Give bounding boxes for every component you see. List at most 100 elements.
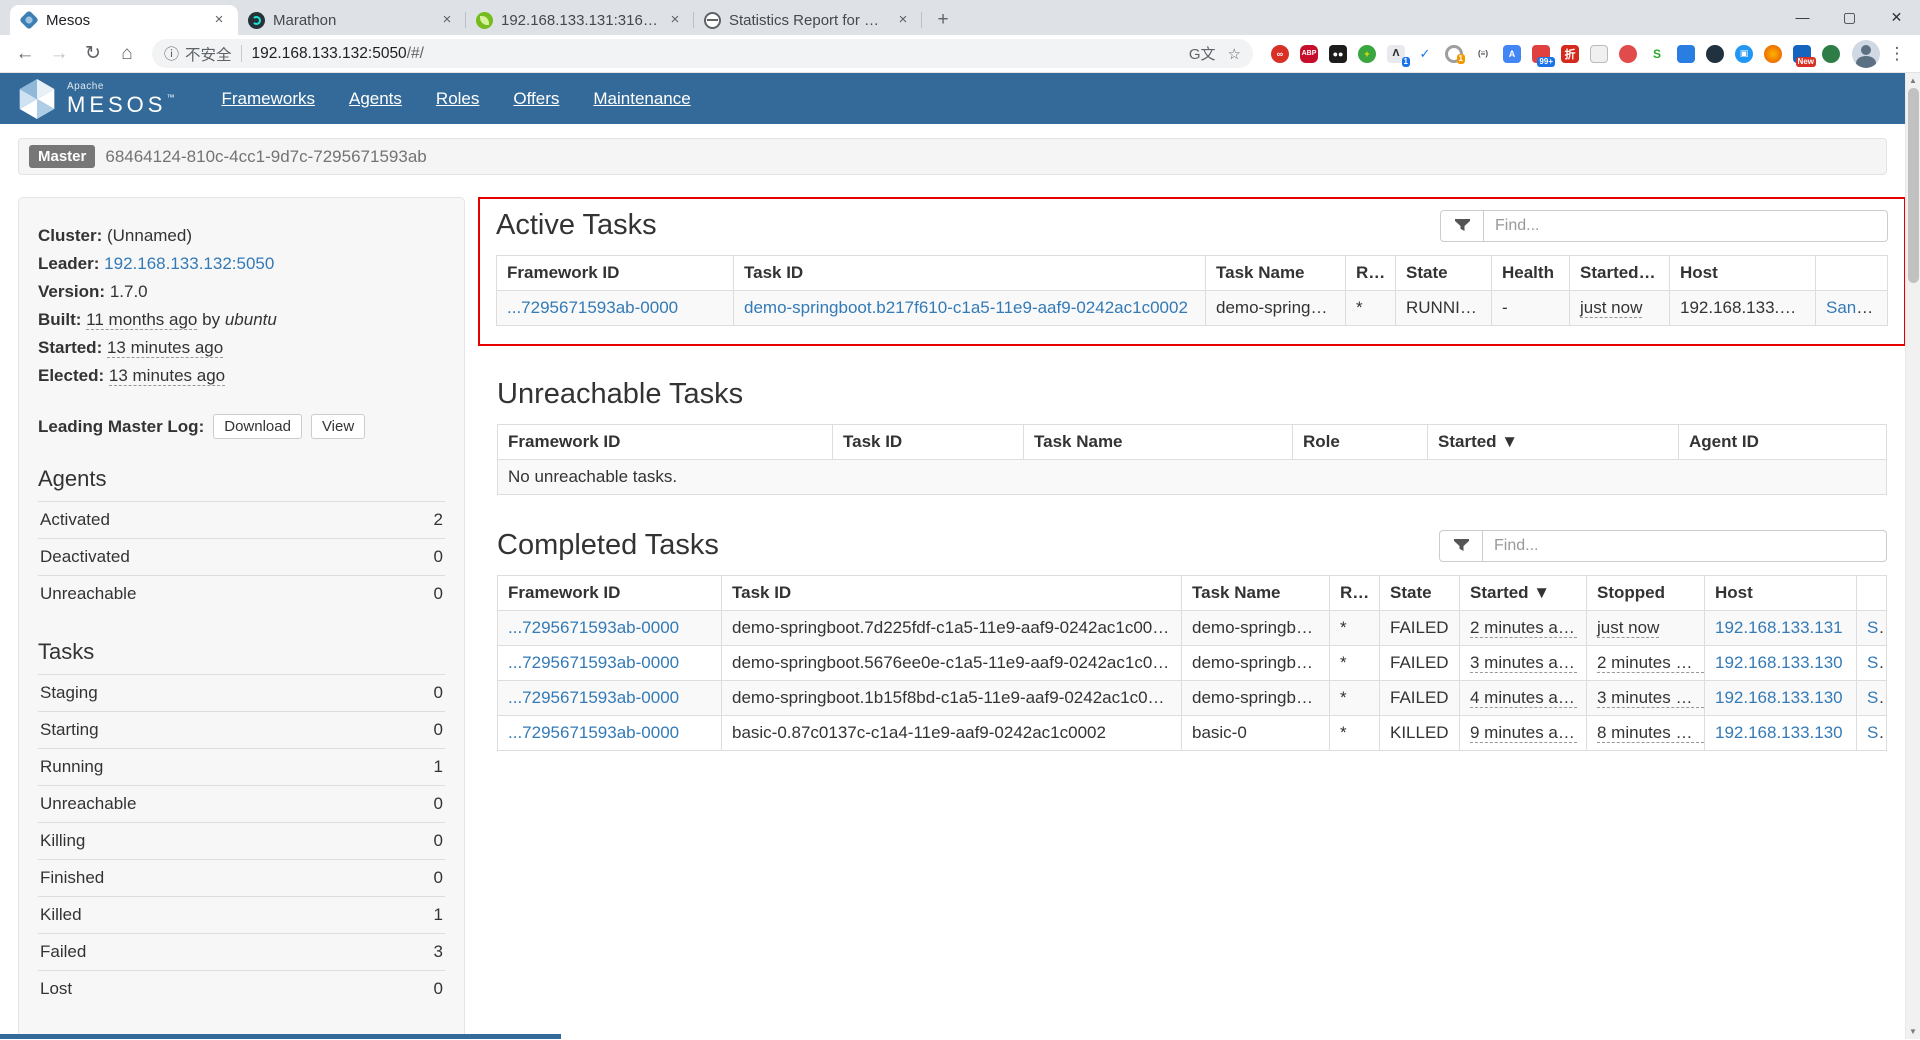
- host-link[interactable]: 192.168.133.131: [1715, 618, 1843, 637]
- extension-zhe-icon[interactable]: 折: [1561, 45, 1579, 63]
- divider: [241, 45, 242, 62]
- browser-menu-icon[interactable]: ⋮: [1884, 41, 1910, 67]
- framework-link[interactable]: ...7295671593ab-0000: [508, 688, 679, 707]
- table-row: ...7295671593ab-0000 basic-0.87c0137c-c1…: [498, 716, 1887, 751]
- state-value: KILLED: [1380, 716, 1460, 751]
- bookmark-star-icon[interactable]: ☆: [1228, 45, 1241, 63]
- sandbox-link[interactable]: Sandbox: [1867, 688, 1887, 707]
- close-window-button[interactable]: ✕: [1873, 0, 1920, 34]
- extension-red-icon[interactable]: [1619, 45, 1637, 63]
- address-bar[interactable]: ⓘ 不安全 192.168.133.132:5050 /#/ G文 ☆: [152, 39, 1253, 68]
- reload-icon[interactable]: ↻: [78, 39, 108, 69]
- host-link[interactable]: 192.168.133.130: [1715, 688, 1843, 707]
- mesos-page: Apache MESOS™ Frameworks Agents Roles Of…: [0, 73, 1905, 1039]
- extension-blue-icon[interactable]: [1677, 45, 1695, 63]
- extension-dark-icon[interactable]: ●●: [1329, 45, 1347, 63]
- translate-icon[interactable]: G文: [1189, 43, 1216, 64]
- filter-icon[interactable]: [1440, 210, 1484, 242]
- tab-marathon[interactable]: Marathon ×: [238, 5, 466, 35]
- close-icon[interactable]: ×: [210, 11, 228, 29]
- browser-tab-strip: Mesos × Marathon × 192.168.133.131:31657…: [0, 0, 1920, 35]
- nav-item-agents[interactable]: Agents: [332, 73, 419, 124]
- nav-item-roles[interactable]: Roles: [419, 73, 496, 124]
- scrollbar-thumb[interactable]: [1908, 88, 1919, 283]
- table-row: Finished0: [38, 860, 445, 897]
- close-icon[interactable]: ×: [894, 11, 912, 29]
- maximize-button[interactable]: ▢: [1826, 0, 1873, 34]
- close-icon[interactable]: ×: [666, 11, 684, 29]
- framework-link[interactable]: ...7295671593ab-0000: [508, 723, 679, 742]
- framework-link[interactable]: ...7295671593ab-0000: [507, 298, 678, 317]
- profile-avatar[interactable]: [1852, 40, 1880, 68]
- scrollbar[interactable]: ▲ ▼: [1905, 73, 1920, 1039]
- nav-item-maintenance[interactable]: Maintenance: [576, 73, 707, 124]
- built-label: Built:: [38, 310, 81, 329]
- table-header-row: Framework ID Task ID Task Name Role Stat…: [497, 256, 1888, 291]
- unreachable-tasks-section: Unreachable Tasks Framework ID Task ID T…: [497, 378, 1887, 495]
- extension-check-icon[interactable]: ✓: [1416, 45, 1434, 63]
- sandbox-link[interactable]: Sandbox: [1826, 298, 1888, 317]
- sandbox-link[interactable]: Sandbox: [1867, 653, 1887, 672]
- framework-link[interactable]: ...7295671593ab-0000: [508, 618, 679, 637]
- active-find-input[interactable]: [1484, 210, 1888, 242]
- mesos-navbar: Apache MESOS™ Frameworks Agents Roles Of…: [0, 73, 1905, 124]
- host-link[interactable]: 192.168.133.130: [1715, 653, 1843, 672]
- filter-icon[interactable]: [1439, 530, 1483, 562]
- cluster-value: (Unnamed): [107, 226, 192, 245]
- extension-infinity-icon[interactable]: ∞: [1271, 45, 1289, 63]
- new-tab-button[interactable]: +: [928, 5, 958, 35]
- agents-table: Activated2 Deactivated0 Unreachable0: [38, 501, 445, 612]
- host-link[interactable]: 192.168.133.130: [1715, 723, 1843, 742]
- empty-row: No unreachable tasks.: [498, 460, 1887, 495]
- scroll-up-icon[interactable]: ▲: [1906, 73, 1920, 88]
- leader-link[interactable]: 192.168.133.132:5050: [104, 254, 274, 273]
- extension-translate-icon[interactable]: A: [1503, 45, 1521, 63]
- extension-orange-icon[interactable]: [1764, 45, 1782, 63]
- extension-ring-icon[interactable]: 1: [1445, 45, 1463, 63]
- tab-title: Marathon: [273, 12, 430, 29]
- home-icon[interactable]: ⌂: [112, 39, 142, 69]
- extension-chat-icon[interactable]: ▣: [1735, 45, 1753, 63]
- url-path: /#/: [407, 45, 424, 63]
- table-row: Deactivated0: [38, 539, 445, 576]
- extension-shop-icon[interactable]: 99+: [1532, 45, 1550, 63]
- mesos-icon: [19, 10, 39, 30]
- mesos-brand[interactable]: Apache MESOS™: [16, 76, 178, 122]
- extension-green-icon[interactable]: +: [1358, 45, 1376, 63]
- sandbox-link[interactable]: Sandbox: [1867, 618, 1887, 637]
- framework-link[interactable]: ...7295671593ab-0000: [508, 653, 679, 672]
- table-row: Killing0: [38, 823, 445, 860]
- active-tasks-title: Active Tasks: [496, 209, 657, 242]
- extension-cat-icon[interactable]: ᐱ1: [1387, 45, 1405, 63]
- back-icon[interactable]: ←: [10, 39, 40, 69]
- tab-haproxy[interactable]: Statistics Report for HAProxy ×: [694, 5, 922, 35]
- extension-braces-icon[interactable]: (≡): [1474, 45, 1492, 63]
- log-download-button[interactable]: Download: [213, 414, 302, 439]
- main-content: Active Tasks Framework ID Task ID: [497, 197, 1887, 785]
- extension-globe2-icon[interactable]: [1822, 45, 1840, 63]
- extension-navy-icon[interactable]: [1706, 45, 1724, 63]
- table-header-row: Framework ID Task ID Task Name Role Star…: [498, 425, 1887, 460]
- nav-item-offers[interactable]: Offers: [496, 73, 576, 124]
- extension-s-icon[interactable]: S: [1648, 45, 1666, 63]
- state-value: FAILED: [1380, 681, 1460, 716]
- state-value: FAILED: [1380, 611, 1460, 646]
- extension-adblock-icon[interactable]: ABP: [1300, 45, 1318, 63]
- minimize-button[interactable]: —: [1779, 0, 1826, 34]
- completed-find-input[interactable]: [1483, 530, 1887, 562]
- scroll-down-icon[interactable]: ▼: [1906, 1024, 1920, 1039]
- sandbox-link[interactable]: Sandbox: [1867, 723, 1887, 742]
- started-time: 13 minutes ago: [107, 338, 223, 358]
- extension-new-icon[interactable]: New: [1793, 45, 1811, 63]
- close-icon[interactable]: ×: [438, 11, 456, 29]
- extension-note-icon[interactable]: [1590, 45, 1608, 63]
- nav-item-frameworks[interactable]: Frameworks: [204, 73, 332, 124]
- tab-hello[interactable]: 192.168.133.131:31657/hello w ×: [466, 5, 694, 35]
- forward-icon[interactable]: →: [44, 39, 74, 69]
- info-icon[interactable]: ⓘ: [164, 43, 179, 64]
- completed-tasks-title: Completed Tasks: [497, 529, 719, 562]
- task-link[interactable]: demo-springboot.b217f610-c1a5-11e9-aaf9-…: [744, 298, 1188, 317]
- unreachable-tasks-table: Framework ID Task ID Task Name Role Star…: [497, 424, 1887, 495]
- log-view-button[interactable]: View: [311, 414, 365, 439]
- tab-mesos[interactable]: Mesos ×: [10, 5, 238, 35]
